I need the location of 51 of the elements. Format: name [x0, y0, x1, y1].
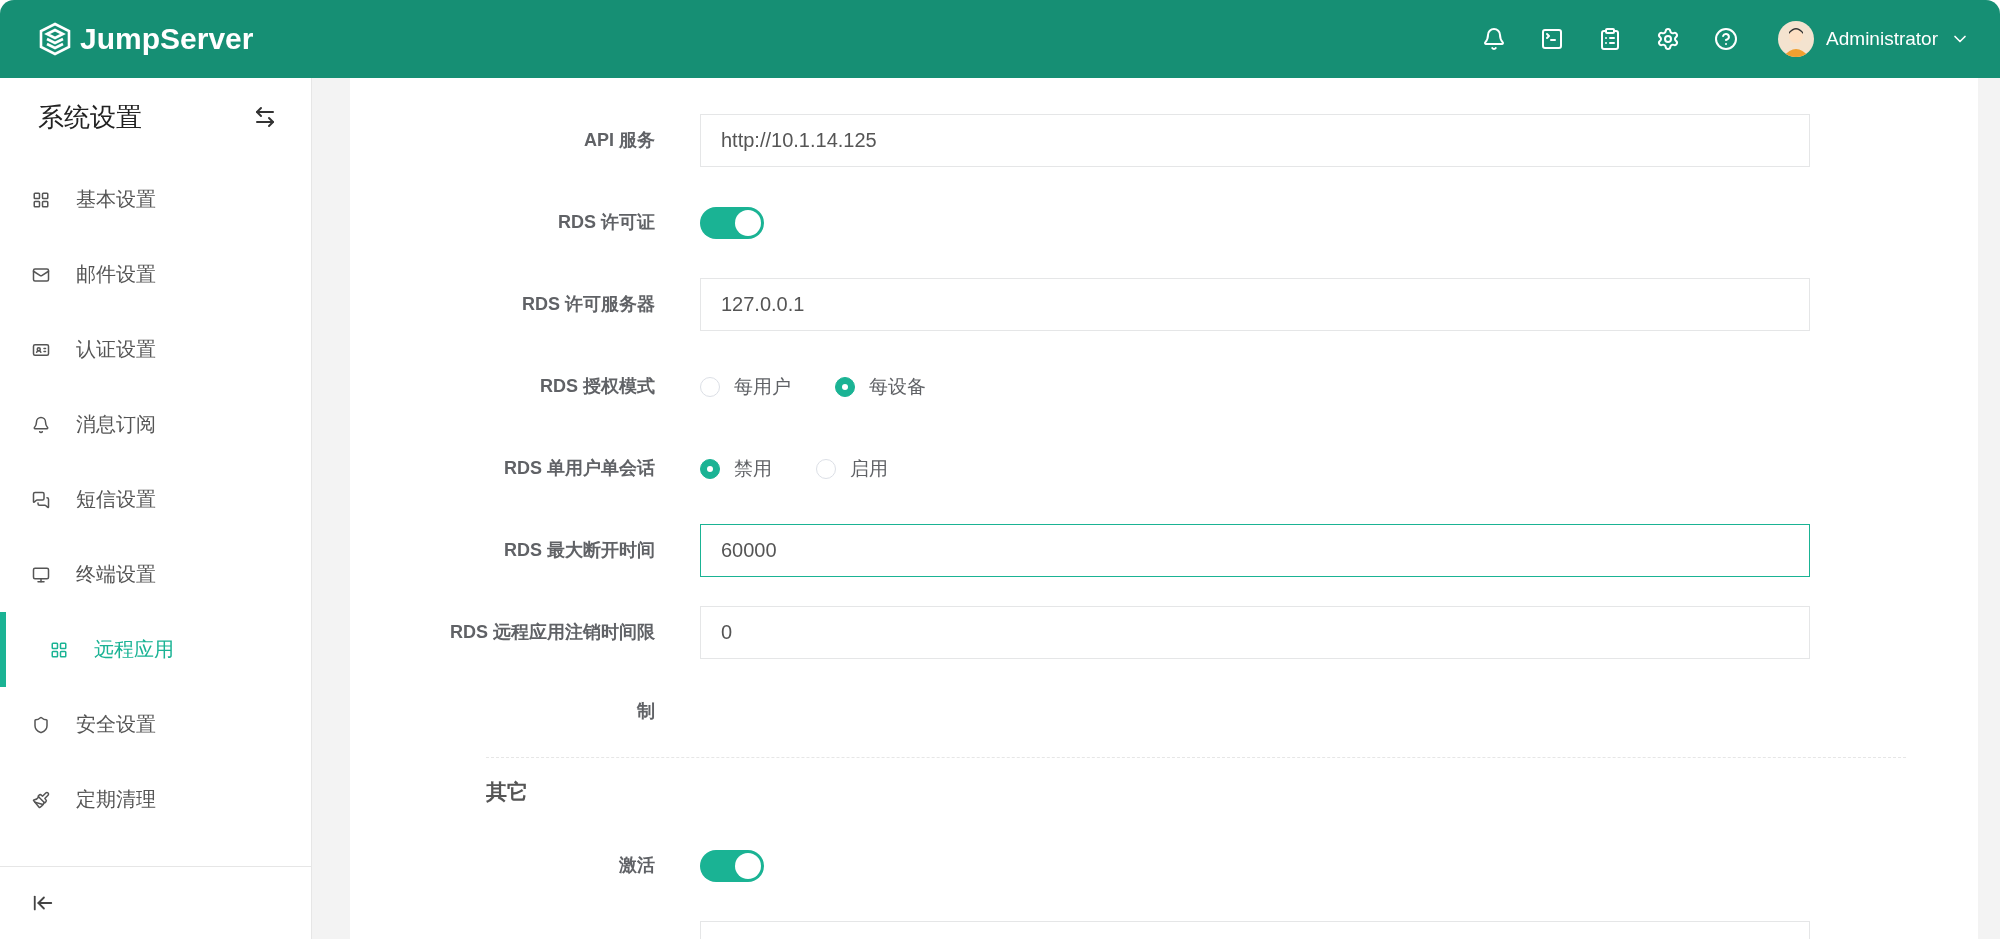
- sidebar-item[interactable]: 短信设置: [0, 462, 311, 537]
- field-label: RDS 单用户单会话: [503, 457, 656, 480]
- field-label: RDS 授权模式: [539, 375, 656, 398]
- grid-icon: [32, 190, 50, 209]
- sidebar-item[interactable]: 安全设置: [0, 687, 311, 762]
- radio-label: 启用: [850, 456, 888, 481]
- radio-label: 每设备: [869, 374, 926, 399]
- grid-icon: [50, 640, 68, 659]
- text-input-field[interactable]: http://10.1.14.125: [700, 114, 1810, 167]
- shield-icon: [32, 715, 50, 734]
- radio-option[interactable]: 启用: [816, 455, 888, 482]
- chat-icon: [32, 490, 50, 509]
- terminal-icon[interactable]: [1540, 27, 1565, 51]
- text-input-field[interactable]: 127.0.0.1: [700, 278, 1810, 331]
- field-label: API 服务: [583, 129, 656, 152]
- logo-text: JumpServer: [80, 22, 254, 56]
- sidebar-item[interactable]: 消息订阅: [0, 387, 311, 462]
- field-label: RDS 许可服务器: [521, 293, 656, 316]
- mail-icon: [32, 265, 50, 284]
- sidebar-item[interactable]: 定期清理: [0, 762, 311, 837]
- radio-button[interactable]: [835, 376, 855, 397]
- text-input-field[interactable]: 60000: [700, 524, 1810, 577]
- bell-icon: [32, 415, 50, 434]
- radio-button[interactable]: [700, 458, 720, 479]
- toggle-switch[interactable]: [700, 206, 764, 239]
- switch-arrows-icon[interactable]: [253, 105, 277, 129]
- sidebar-item[interactable]: 基本设置: [0, 162, 311, 237]
- sidebar-item[interactable]: 终端设置: [0, 537, 311, 612]
- sidebar-title: 系统设置: [38, 100, 142, 134]
- avatar-icon: [1778, 21, 1815, 57]
- brush-icon: [32, 790, 50, 809]
- user-menu[interactable]: Administrator: [1778, 21, 1970, 57]
- radio-option[interactable]: 禁用: [700, 455, 772, 482]
- field-label: RDS 许可证: [557, 211, 656, 234]
- notification-bell-icon[interactable]: [1482, 27, 1507, 51]
- monitor-icon: [32, 565, 50, 584]
- field-label: 激活: [618, 854, 656, 877]
- settings-icon[interactable]: [1656, 27, 1681, 51]
- toggle-switch[interactable]: [700, 849, 764, 882]
- sidebar-item[interactable]: 认证设置: [0, 312, 311, 387]
- radio-label: 禁用: [734, 456, 772, 481]
- text-input-field[interactable]: 0: [700, 606, 1810, 659]
- field-label: RDS 远程应用注销时间限制: [449, 621, 656, 723]
- help-icon[interactable]: [1714, 27, 1739, 51]
- radio-option[interactable]: 每用户: [700, 373, 791, 400]
- radio-option[interactable]: 每设备: [835, 373, 926, 400]
- section-title: 其它: [486, 779, 529, 805]
- logo-icon: [38, 22, 72, 56]
- radio-label: 每用户: [734, 374, 791, 399]
- field-label: RDS 最大断开时间: [503, 539, 656, 562]
- sidebar-item[interactable]: 邮件设置: [0, 237, 311, 312]
